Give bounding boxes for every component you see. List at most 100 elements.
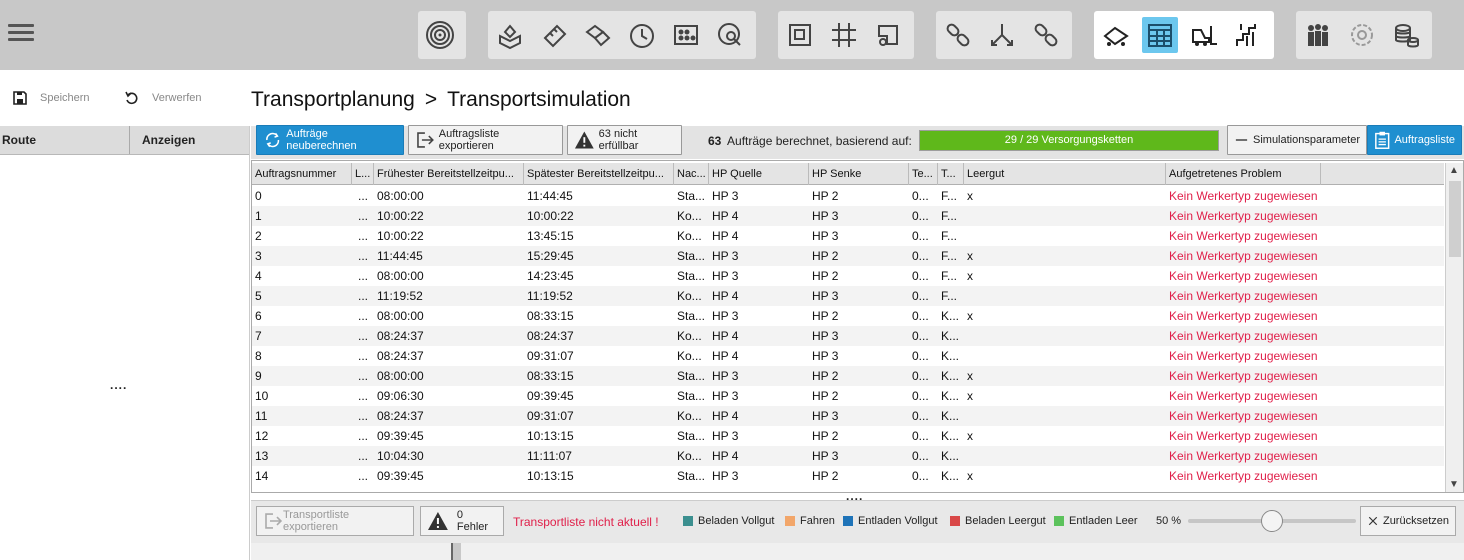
export-order-list-label: Auftragsliste exportieren: [438, 128, 500, 152]
table-row[interactable]: 14... 09:39:45 10:13:15 Sta... HP 3 HP 2 0... K…: [252, 466, 1444, 486]
column-header[interactable]: Auftragsnummer: [252, 163, 352, 185]
grid-hash-icon[interactable]: [826, 17, 862, 53]
export-transport-list-button[interactable]: Transportliste exportieren: [256, 506, 414, 536]
table-row[interactable]: 3... 11:44:45 15:29:45 Sta... HP 3 HP 2 0... F.…: [252, 246, 1444, 266]
breadcrumb-separator: >: [424, 88, 438, 111]
refresh-icon: [266, 132, 280, 148]
table-cell: Ko...: [677, 409, 702, 423]
sidebar-splitter-handle[interactable]: ....: [110, 378, 127, 392]
column-header-route[interactable]: Route: [0, 126, 130, 154]
table-cell: K...: [941, 369, 960, 383]
table-row[interactable]: 5... 11:19:52 11:19:52 Ko... HP 4 HP 3 0... F..…: [252, 286, 1444, 306]
export-order-list-button[interactable]: Auftragsliste exportieren: [408, 125, 563, 155]
scroll-down-arrow-icon[interactable]: ▼: [1449, 479, 1459, 490]
breadcrumb-parent[interactable]: Transportplanung: [251, 88, 415, 111]
column-header[interactable]: Frühester Bereitstellzeitpu...: [374, 163, 524, 185]
column-header[interactable]: Aufgetretenes Problem: [1166, 163, 1321, 185]
table-cell: HP 3: [712, 389, 739, 403]
table-cell: Sta...: [677, 309, 706, 323]
conveyor-icon[interactable]: [1098, 17, 1134, 53]
table-cell: HP 3: [712, 269, 739, 283]
calendar-table-icon[interactable]: [1142, 17, 1178, 53]
column-header[interactable]: Leergut: [964, 163, 1166, 185]
column-header[interactable]: T...: [938, 163, 964, 185]
vertical-scrollbar[interactable]: ▲ ▼: [1445, 163, 1463, 492]
column-header[interactable]: Nac...: [674, 163, 709, 185]
recalculate-orders-button[interactable]: Aufträge neuberechnen: [256, 125, 404, 155]
table-cell: x: [967, 369, 973, 383]
boxes-icon[interactable]: [580, 17, 616, 53]
unfulfillable-button[interactable]: 63 nicht erfüllbar: [567, 125, 682, 155]
branch-arrows-icon[interactable]: [984, 17, 1020, 53]
transport-list-outdated-warning: Transportliste nicht aktuell !: [513, 515, 659, 529]
table-row[interactable]: 6... 08:00:00 08:33:15 Sta... HP 3 HP 2 0... K.…: [252, 306, 1444, 326]
table-cell: HP 2: [812, 369, 839, 383]
export-transport-list-label: Transportliste exportieren: [282, 509, 350, 533]
simulation-parameters-button[interactable]: Simulationsparameter: [1227, 125, 1367, 155]
clock-icon[interactable]: [624, 17, 660, 53]
gear-faded-icon[interactable]: [1344, 17, 1380, 53]
table-cell: Sta...: [677, 189, 706, 203]
gift-box-icon[interactable]: [492, 17, 528, 53]
column-header[interactable]: HP Quelle: [709, 163, 809, 185]
table-cell: 10:13:15: [527, 429, 574, 443]
table-row[interactable]: 8... 08:24:37 09:31:07 Ko... HP 4 HP 3 0... K..…: [252, 346, 1444, 366]
stack-coins-icon[interactable]: [1388, 17, 1424, 53]
table-cell: Sta...: [677, 389, 706, 403]
ruler-icon[interactable]: [536, 17, 572, 53]
errors-button[interactable]: 0 Fehler: [420, 506, 504, 536]
floppy-disk-icon: [13, 91, 27, 105]
route-frame-icon[interactable]: [870, 17, 906, 53]
table-row[interactable]: 1... 10:00:22 10:00:22 Ko... HP 4 HP 3 0... F..…: [252, 206, 1444, 226]
target-icon[interactable]: [422, 17, 458, 53]
timeline-marker[interactable]: [451, 543, 461, 560]
table-cell: Kein Werkertyp zugewiesen: [1169, 209, 1318, 223]
order-list-button[interactable]: Auftragsliste: [1367, 125, 1462, 155]
hamburger-menu-icon[interactable]: [8, 20, 34, 46]
table-cell: 9: [255, 369, 262, 383]
zoom-slider[interactable]: [1188, 510, 1356, 532]
table-cell: HP 3: [712, 249, 739, 263]
scrollbar-thumb[interactable]: [1449, 181, 1461, 257]
table-row[interactable]: 7... 08:24:37 08:24:37 Ko... HP 4 HP 3 0... K..…: [252, 326, 1444, 346]
table-row[interactable]: 0... 08:00:00 11:44:45 Sta... HP 3 HP 2 0... F.…: [252, 186, 1444, 206]
column-header[interactable]: Spätester Bereitstellzeitpu...: [524, 163, 674, 185]
table-cell: Ko...: [677, 209, 702, 223]
table-cell: 11:44:45: [527, 189, 573, 203]
column-header-show[interactable]: Anzeigen: [130, 126, 195, 154]
table-cell: HP 3: [712, 429, 739, 443]
table-row[interactable]: 10... 09:06:30 09:39:45 Sta... HP 3 HP 2 0... K…: [252, 386, 1444, 406]
table-body: 0... 08:00:00 11:44:45 Sta... HP 3 HP 2 0... F.…: [252, 186, 1444, 486]
cycle-magnifier-icon[interactable]: [712, 17, 748, 53]
chain-link-icon[interactable]: [940, 17, 976, 53]
scroll-up-arrow-icon[interactable]: ▲: [1449, 165, 1459, 176]
table-cell: 11:19:52: [377, 289, 423, 303]
forklift-icon[interactable]: [1186, 17, 1222, 53]
table-row[interactable]: 12... 09:39:45 10:13:15 Sta... HP 3 HP 2 0... K…: [252, 426, 1444, 446]
stairs-icon[interactable]: [1230, 17, 1266, 53]
table-cell: Kein Werkertyp zugewiesen: [1169, 269, 1318, 283]
table-row[interactable]: 13... 10:04:30 11:11:07 Ko... HP 4 HP 3 0... K.…: [252, 446, 1444, 466]
table-cell: x: [967, 389, 973, 403]
table-row[interactable]: 9... 08:00:00 08:33:15 Sta... HP 3 HP 2 0... K.…: [252, 366, 1444, 386]
table-row[interactable]: 4... 08:00:00 14:23:45 Sta... HP 3 HP 2 0... F.…: [252, 266, 1444, 286]
grid-dots-icon[interactable]: [668, 17, 704, 53]
table-cell: 09:31:07: [527, 409, 574, 423]
table-cell: 09:39:45: [527, 389, 574, 403]
breadcrumb: Transportplanung > Transportsimulation: [251, 88, 631, 112]
chain-link-2-icon[interactable]: [1028, 17, 1064, 53]
floorplan-icon[interactable]: [782, 17, 818, 53]
column-header[interactable]: HP Senke: [809, 163, 909, 185]
people-group-icon[interactable]: [1300, 17, 1336, 53]
zoom-slider-knob[interactable]: [1261, 510, 1283, 532]
table-cell: 08:24:37: [527, 329, 574, 343]
column-header[interactable]: L...: [352, 163, 374, 185]
column-header[interactable]: Te...: [909, 163, 938, 185]
table-row[interactable]: 2... 10:00:22 13:45:15 Ko... HP 4 HP 3 0... F..…: [252, 226, 1444, 246]
table-cell: HP 3: [712, 309, 739, 323]
save-button[interactable]: Speichern: [12, 90, 90, 106]
table-row[interactable]: 11... 08:24:37 09:31:07 Ko... HP 4 HP 3 0... K.…: [252, 406, 1444, 426]
discard-button[interactable]: Verwerfen: [124, 90, 202, 106]
legend-label: Beladen Leergut: [965, 515, 1046, 527]
reset-button[interactable]: Zurücksetzen: [1360, 506, 1456, 536]
